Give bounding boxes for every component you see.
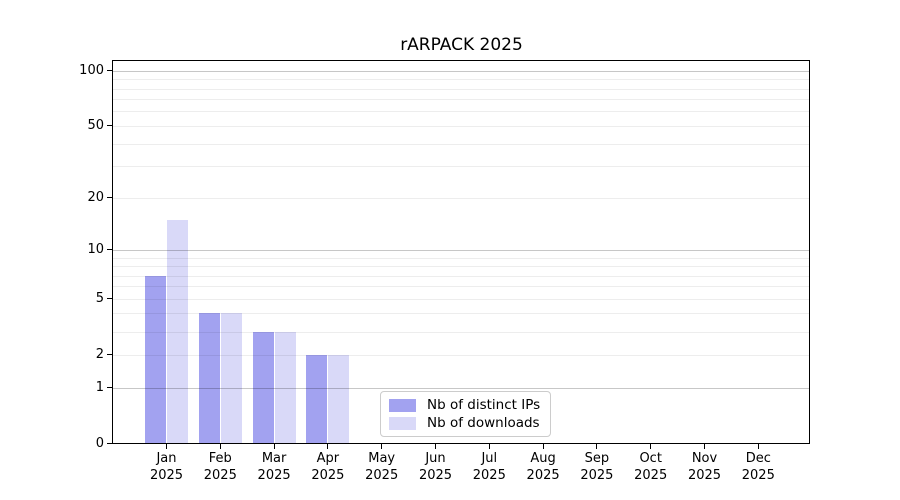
legend-item-distinct-ips: Nb of distinct IPs xyxy=(389,398,540,412)
y-tick-label: 10 xyxy=(40,242,104,258)
chart-title: rARPACK 2025 xyxy=(113,35,810,55)
y-tick-label: 0 xyxy=(40,436,104,452)
bar-distinct-ips xyxy=(199,313,220,443)
major-gridline xyxy=(113,250,809,251)
y-tick-label: 50 xyxy=(40,118,104,134)
bar-distinct-ips xyxy=(145,276,166,444)
major-gridline xyxy=(113,71,809,72)
x-tick-mark xyxy=(381,444,382,449)
minor-gridline xyxy=(113,99,809,100)
x-tick-mark xyxy=(704,444,705,449)
y-tick-mark xyxy=(107,70,113,71)
y-tick-mark xyxy=(107,443,113,444)
minor-gridline xyxy=(113,198,809,199)
minor-gridline xyxy=(113,313,809,314)
minor-gridline xyxy=(113,111,809,112)
y-tick-mark xyxy=(107,197,113,198)
x-tick-mark xyxy=(274,444,275,449)
legend: Nb of distinct IPs Nb of downloads xyxy=(380,391,551,437)
legend-label-downloads: Nb of downloads xyxy=(427,415,540,431)
x-tick-mark xyxy=(166,444,167,449)
x-tick-mark xyxy=(543,444,544,449)
bar-downloads xyxy=(328,355,349,444)
chart-figure: rARPACK 2025 Nb of distinct IPs Nb of do… xyxy=(0,0,900,500)
minor-gridline xyxy=(113,89,809,90)
x-tick-mark xyxy=(435,444,436,449)
bar-distinct-ips xyxy=(306,355,327,444)
y-tick-label: 20 xyxy=(40,190,104,206)
minor-gridline xyxy=(113,276,809,277)
y-tick-label: 2 xyxy=(40,347,104,363)
x-tick-label: Dec 2025 xyxy=(726,451,790,484)
major-gridline xyxy=(113,388,809,389)
minor-gridline xyxy=(113,332,809,333)
y-tick-mark xyxy=(107,387,113,388)
y-tick-mark xyxy=(107,249,113,250)
bar-downloads xyxy=(221,313,242,443)
legend-item-downloads: Nb of downloads xyxy=(389,416,540,430)
minor-gridline xyxy=(113,266,809,267)
minor-gridline xyxy=(113,299,809,300)
plot-area xyxy=(112,60,810,444)
minor-gridline xyxy=(113,126,809,127)
x-tick-mark xyxy=(758,444,759,449)
y-tick-mark xyxy=(107,125,113,126)
minor-gridline xyxy=(113,286,809,287)
x-tick-mark xyxy=(220,444,221,449)
y-tick-mark xyxy=(107,298,113,299)
legend-swatch-distinct-ips-icon xyxy=(389,399,416,412)
minor-gridline xyxy=(113,144,809,145)
x-tick-mark xyxy=(489,444,490,449)
y-tick-label: 5 xyxy=(40,291,104,307)
minor-gridline xyxy=(113,166,809,167)
minor-gridline xyxy=(113,79,809,80)
x-tick-mark xyxy=(596,444,597,449)
y-tick-mark xyxy=(107,354,113,355)
x-tick-mark xyxy=(650,444,651,449)
minor-gridline xyxy=(113,355,809,356)
minor-gridline xyxy=(113,258,809,259)
x-tick-mark xyxy=(327,444,328,449)
legend-label-distinct-ips: Nb of distinct IPs xyxy=(427,397,540,413)
y-tick-label: 1 xyxy=(40,380,104,396)
legend-swatch-downloads-icon xyxy=(389,417,416,430)
y-tick-label: 100 xyxy=(40,63,104,79)
